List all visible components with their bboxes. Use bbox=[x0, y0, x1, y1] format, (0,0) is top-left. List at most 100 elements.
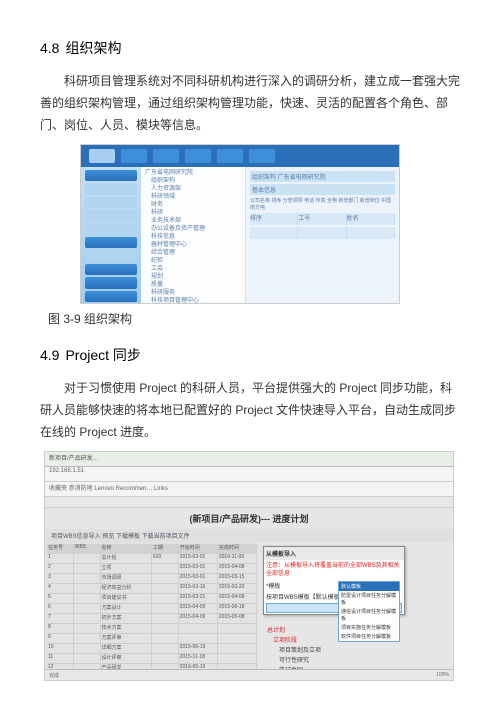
cell: 方案设计 bbox=[101, 604, 153, 613]
tree-item[interactable]: 人力资源架 bbox=[145, 185, 241, 193]
table-row[interactable]: 8技术方案 bbox=[47, 624, 257, 634]
table-row[interactable]: 11设计评审2015-11-18 bbox=[47, 654, 257, 664]
cell: 2015-03-01 bbox=[179, 564, 218, 573]
table-row[interactable] bbox=[250, 227, 395, 239]
sidebar-item[interactable] bbox=[85, 277, 137, 288]
cell bbox=[218, 634, 257, 643]
tree-item[interactable]: 纪检 bbox=[145, 257, 241, 265]
tree-item[interactable]: 规划 bbox=[145, 273, 241, 281]
tree-item[interactable]: 科研领域 bbox=[145, 193, 241, 201]
address-bar[interactable]: 192.168.1.51 bbox=[45, 467, 453, 482]
sidebar-item[interactable] bbox=[85, 170, 137, 181]
option[interactable]: 通信设计项目任务分解模板 bbox=[339, 607, 399, 623]
cell: 方案评审 bbox=[101, 634, 153, 643]
cell: 5 bbox=[47, 594, 74, 603]
tree-item[interactable]: 器材管理中心 bbox=[145, 241, 241, 249]
nav-tab[interactable] bbox=[121, 149, 147, 163]
browser-titlebar: 新项目/产品研发… bbox=[45, 452, 453, 467]
section-4-9-heading: 4.9Project 同步 bbox=[40, 345, 460, 365]
sidebar-item[interactable] bbox=[85, 291, 137, 302]
bookmarks-bar[interactable]: 收藏夹 参消防地 Lenovo Recommen… Links bbox=[45, 482, 453, 497]
cell bbox=[152, 564, 179, 573]
sidebar-item[interactable] bbox=[85, 197, 137, 208]
cell bbox=[74, 584, 101, 593]
th: 名称 bbox=[101, 544, 153, 554]
nav-tab[interactable] bbox=[185, 149, 211, 163]
tree-item[interactable]: 综合管理 bbox=[145, 249, 241, 257]
table-row[interactable]: 1总计划6202015-03-012016-11-09 bbox=[47, 554, 257, 564]
detail-panel: 组织架构 广东省电网研究院 基本信息 公司名称 排序 分管领导 电话 传真 全称… bbox=[246, 167, 399, 304]
nav-tab[interactable] bbox=[217, 149, 243, 163]
cell: 2015-11-18 bbox=[179, 654, 218, 663]
nav-tab[interactable] bbox=[249, 149, 275, 163]
tree-node[interactable]: 可行性研究 bbox=[263, 656, 321, 666]
option[interactable]: 软件项目任务分解模板 bbox=[339, 632, 399, 641]
th: 姓名 bbox=[347, 213, 395, 225]
cell: 详细方案 bbox=[101, 644, 153, 653]
right-panel: 从模板导入 注意：从模板导入将覆盖当前的全部WBS及其相关全部信息 *模板 按项… bbox=[259, 542, 453, 681]
tree-node[interactable]: 总计划 bbox=[263, 626, 321, 636]
sidebar-item[interactable] bbox=[85, 210, 137, 221]
cell: 2 bbox=[47, 564, 74, 573]
cell bbox=[74, 614, 101, 623]
project-sync-screenshot: 新项目/产品研发… 192.168.1.51 收藏夹 参消防地 Lenovo R… bbox=[44, 451, 454, 681]
org-tree: 广东省电网研究院 组织架构 人力资源架 科研领域 财务 科研 业务技术部 办公设… bbox=[141, 167, 246, 304]
tree-item[interactable]: 业务技术部 bbox=[145, 217, 241, 225]
cell bbox=[218, 624, 257, 633]
panel-head: 组织架构 广东省电网研究院 bbox=[250, 171, 395, 182]
tree-node[interactable]: 立项阶段 bbox=[263, 636, 321, 646]
tree-item[interactable]: 科技信息 bbox=[145, 233, 241, 241]
cell bbox=[152, 584, 179, 593]
sidebar-item[interactable] bbox=[85, 250, 137, 261]
tree-item[interactable]: 财务 bbox=[145, 201, 241, 209]
th: 工号 bbox=[298, 213, 346, 225]
option[interactable]: 默认模板 bbox=[339, 582, 399, 591]
table-row[interactable]: 10详细方案2015-06-19 bbox=[47, 644, 257, 654]
cell bbox=[152, 624, 179, 633]
table-header: 排序 工号 姓名 bbox=[250, 213, 395, 225]
tree-item[interactable]: 工会 bbox=[145, 265, 241, 273]
tree-item[interactable]: 质量 bbox=[145, 281, 241, 289]
cell bbox=[152, 604, 179, 613]
sidebar-item[interactable] bbox=[85, 183, 137, 194]
nav-tab[interactable] bbox=[153, 149, 179, 163]
table-row[interactable]: 5项目建议书2015-03-212015-04-08 bbox=[47, 594, 257, 604]
sidebar-item[interactable] bbox=[85, 224, 137, 235]
status-bar: 完成 100% bbox=[45, 669, 453, 680]
table-row[interactable]: 2立项2015-03-012015-04-08 bbox=[47, 564, 257, 574]
th: 完成时间 bbox=[218, 544, 257, 554]
tree-item[interactable]: 办公设备及资产管理 bbox=[145, 225, 241, 233]
cell: 总计划 bbox=[101, 554, 153, 563]
table-row[interactable]: 7初步方案2015-04-092015-05-08 bbox=[47, 614, 257, 624]
tree-item[interactable]: 组织架构 bbox=[145, 177, 241, 185]
tree-node[interactable]: 项目策划及立项 bbox=[263, 646, 321, 656]
tree-root[interactable]: 广东省电网研究院 bbox=[145, 169, 241, 177]
cell: 3 bbox=[47, 574, 74, 583]
cell: 1 bbox=[47, 554, 74, 563]
table-row[interactable]: 4经济效益分析2015-03-162015-03-20 bbox=[47, 584, 257, 594]
template-dropdown[interactable]: 默认模板 防雷设计项目任务分解模板 通信设计项目任务分解模板 项目实施任务分解模… bbox=[338, 581, 400, 642]
nav-tab[interactable] bbox=[89, 149, 115, 163]
cell bbox=[74, 604, 101, 613]
subtoolbar[interactable]: 项目WBS信息导入 预览 下载模板 下载当前项目文件 bbox=[45, 529, 453, 542]
table-row[interactable]: 3市场调研2015-03-012015-03-15 bbox=[47, 574, 257, 584]
tree-item[interactable]: 科技项目管理中心 bbox=[145, 297, 241, 304]
cell: 2015-04-09 bbox=[179, 614, 218, 623]
cell: 2015-06-19 bbox=[179, 644, 218, 653]
section-4-8-heading: 4.8组织架构 bbox=[40, 38, 460, 58]
page-title: (新项目/产品研发)--- 进度计划 bbox=[45, 508, 453, 529]
option[interactable]: 防雷设计项目任务分解模板 bbox=[339, 591, 399, 607]
table-row[interactable]: 9方案评审 bbox=[47, 634, 257, 644]
cell: 4 bbox=[47, 584, 74, 593]
section-num: 4.8 bbox=[40, 40, 59, 56]
sidebar-item[interactable] bbox=[85, 264, 137, 275]
table-row[interactable]: 6方案设计2015-04-092015-06-18 bbox=[47, 604, 257, 614]
option[interactable]: 项目实施任务分解模板 bbox=[339, 623, 399, 632]
cell bbox=[74, 594, 101, 603]
tree-item[interactable]: 科研 bbox=[145, 209, 241, 217]
cell: 技术方案 bbox=[101, 624, 153, 633]
tree-item[interactable]: 科研服务 bbox=[145, 289, 241, 297]
topbar bbox=[81, 145, 399, 167]
cell bbox=[74, 554, 101, 563]
sidebar-item[interactable] bbox=[85, 237, 137, 248]
